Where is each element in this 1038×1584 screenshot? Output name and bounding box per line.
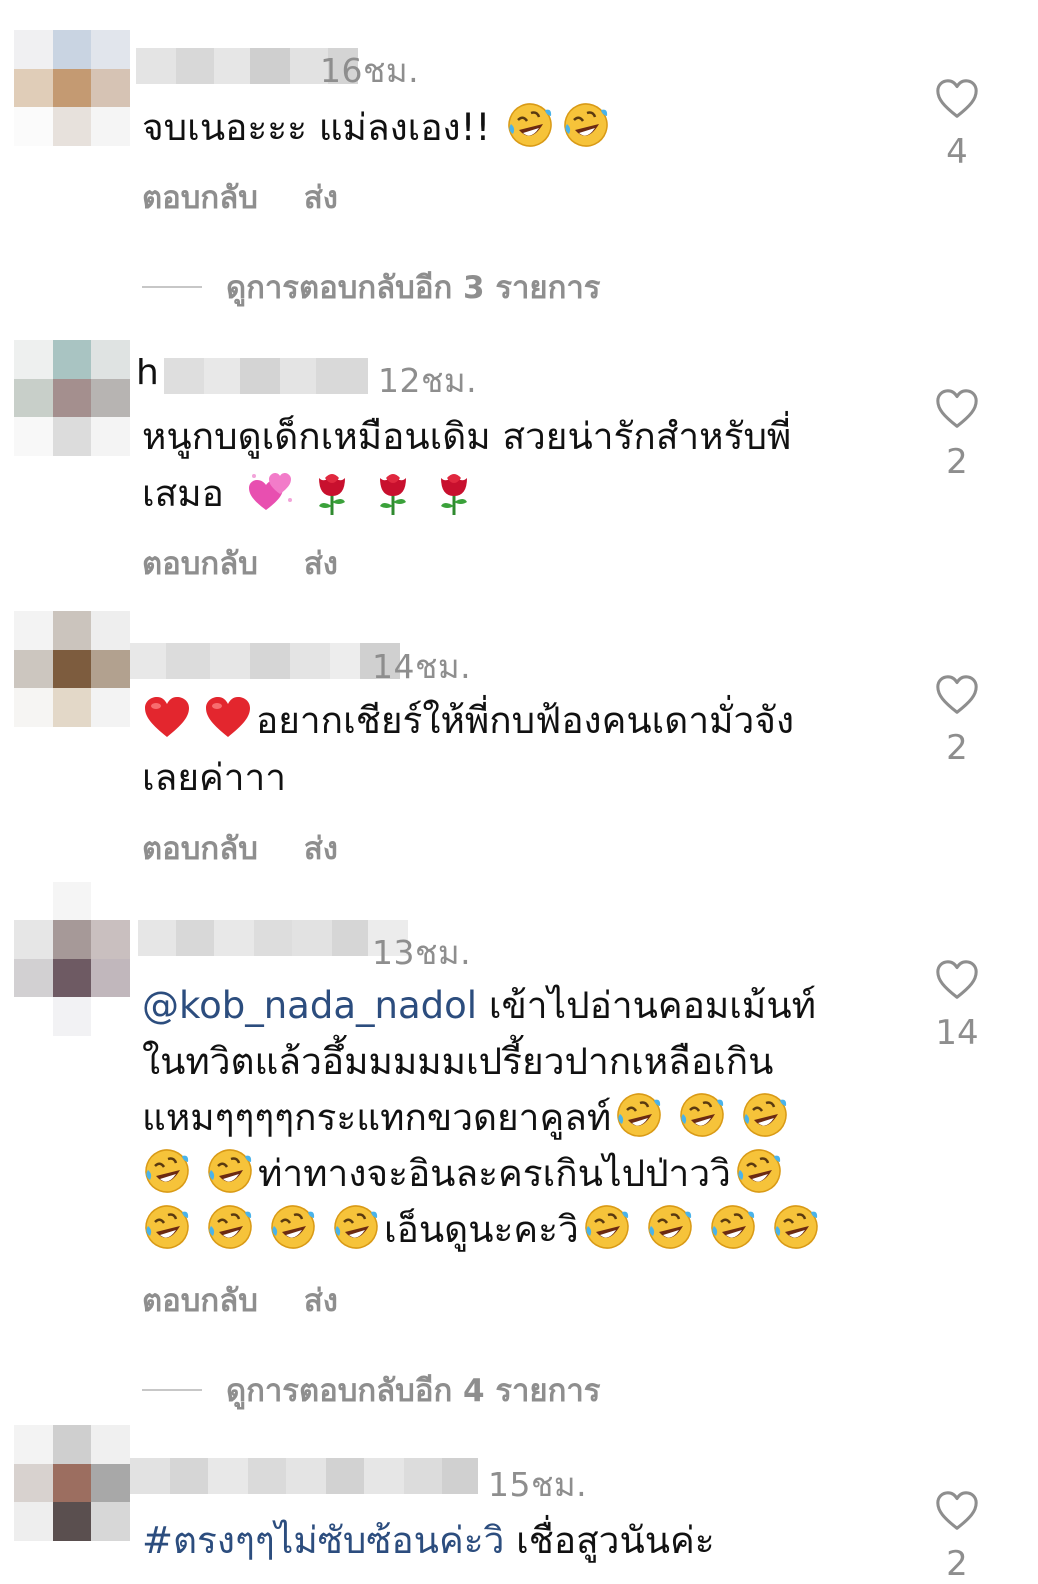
rofl-emoji-icon (771, 1202, 821, 1252)
like-count: 14 (935, 1013, 979, 1053)
two-hearts-emoji-icon (246, 466, 296, 516)
username-pixelated[interactable] (130, 643, 400, 679)
rofl-emoji-icon (740, 1090, 790, 1140)
view-replies-line (142, 286, 202, 288)
red-heart-emoji-icon (142, 693, 192, 743)
reply-button[interactable]: ตอบกลับ (142, 538, 258, 588)
comment-timestamp: 13ชม. (372, 933, 472, 972)
rofl-emoji-icon (645, 1202, 695, 1252)
rofl-emoji-icon (677, 1090, 727, 1140)
view-replies-label: ดูการตอบกลับอีก 4 รายการ (226, 1373, 601, 1409)
comment-text-line-wrap: ท่าทางจะอินละครเกินไปป่าววิ (142, 1146, 882, 1202)
avatar[interactable] (14, 30, 130, 146)
comment-text-line: แหมๆๆๆๆกระแทกขวดยาคูลท์ (142, 1096, 612, 1139)
send-button[interactable]: ส่ง (304, 1275, 338, 1325)
rofl-emoji-icon (205, 1202, 255, 1252)
comment-timestamp: 16ชม. (320, 51, 420, 90)
view-replies-button[interactable]: ดูการตอบกลับอีก 4 รายการ (142, 1365, 600, 1415)
username-pixelated[interactable] (138, 920, 408, 956)
rose-emoji-icon (368, 466, 418, 516)
username-pixelated[interactable] (130, 1458, 478, 1494)
like-control: 2 (930, 386, 984, 482)
comment-text: #ตรงๆๆไม่ซับซ้อนค่ะวิ เชื่อสูวนันค่ะ (142, 1512, 882, 1569)
reply-button[interactable]: ตอบกลับ (142, 1275, 258, 1325)
rose-emoji-icon (307, 466, 357, 516)
red-heart-emoji-icon (203, 693, 253, 743)
rofl-emoji-icon (561, 100, 611, 150)
comment-text: หนูกบดูเด็กเหมือนเดิม สวยน่ารักสำหรับพี่… (142, 408, 882, 522)
hashtag-link[interactable]: #ตรงๆๆไม่ซับซ้อนค่ะวิ (142, 1519, 504, 1562)
comment-text-line: เข้าไปอ่านคอมเม้นท์ (488, 984, 816, 1027)
view-replies-button[interactable]: ดูการตอบกลับอีก 3 รายการ (142, 262, 600, 312)
comment-actions: ตอบกลับ ส่ง (142, 172, 338, 222)
view-replies-label: ดูการตอบกลับอีก 3 รายการ (226, 270, 601, 306)
heart-outline-icon[interactable] (934, 672, 980, 718)
comment-text-line: อยากเชียร์ให้พี่กบฟ้องคนเดามั่วจัง (256, 699, 795, 742)
like-control: 14 (930, 957, 984, 1053)
comment-text-content: จบเนอะะะ แม่ลงเอง!! (142, 106, 491, 149)
comment-text-line-wrap: เสมอ (142, 465, 882, 522)
comment-text-line: หนูกบดูเด็กเหมือนเดิม สวยน่ารักสำหรับพี่ (142, 415, 792, 458)
send-button[interactable]: ส่ง (304, 538, 338, 588)
comment-text: อยากเชียร์ให้พี่กบฟ้องคนเดามั่วจัง เลยค่… (142, 692, 882, 806)
send-button[interactable]: ส่ง (304, 172, 338, 222)
comment-text-line-wrap: เอ็นดูนะคะวิ (142, 1202, 882, 1258)
like-count: 2 (946, 728, 968, 768)
rofl-emoji-icon (268, 1202, 318, 1252)
rofl-emoji-icon (142, 1146, 192, 1196)
rofl-emoji-icon (331, 1202, 381, 1252)
comment-text-line: เอ็นดูนะคะวิ (384, 1208, 579, 1251)
comment-text-line-wrap: @kob_nada_nadol เข้าไปอ่านคอมเม้นท์ (142, 978, 882, 1034)
comment-text: @kob_nada_nadol เข้าไปอ่านคอมเม้นท์ ในทว… (142, 978, 882, 1258)
like-control: 2 (930, 672, 984, 768)
comment-text-line-wrap: แหมๆๆๆๆกระแทกขวดยาคูลท์ (142, 1090, 882, 1146)
heart-outline-icon[interactable] (934, 76, 980, 122)
like-count: 2 (946, 442, 968, 482)
comment-text: จบเนอะะะ แม่ลงเอง!! (142, 99, 882, 156)
comment-actions: ตอบกลับ ส่ง (142, 823, 338, 873)
rofl-emoji-icon (734, 1146, 784, 1196)
rofl-emoji-icon (582, 1202, 632, 1252)
mention-link[interactable]: @kob_nada_nadol (142, 984, 477, 1027)
comment-actions: ตอบกลับ ส่ง (142, 1275, 338, 1325)
avatar[interactable] (14, 611, 130, 727)
username-visible-letter: h (136, 358, 164, 394)
view-replies-line (142, 1389, 202, 1391)
rofl-emoji-icon (505, 100, 555, 150)
avatar[interactable] (14, 1425, 130, 1541)
heart-outline-icon[interactable] (934, 1488, 980, 1534)
comment-text-line: เชื่อสูวนันค่ะ (516, 1519, 715, 1562)
avatar[interactable] (14, 340, 130, 456)
comment-timestamp: 14ชม. (372, 647, 472, 686)
reply-button[interactable]: ตอบกลับ (142, 172, 258, 222)
comment-text-line: เสมอ (142, 472, 224, 515)
comment-timestamp: 12ชม. (378, 361, 478, 400)
comment-text-line: เลยค่าาา (142, 756, 287, 799)
comment-actions: ตอบกลับ ส่ง (142, 538, 338, 588)
rofl-emoji-icon (205, 1146, 255, 1196)
heart-outline-icon[interactable] (934, 957, 980, 1003)
like-count: 4 (946, 132, 968, 172)
rofl-emoji-icon (142, 1202, 192, 1252)
comment-text-line: ท่าทางจะอินละครเกินไปป่าววิ (258, 1152, 731, 1195)
comment-timestamp: 15ชม. (488, 1465, 588, 1504)
like-control: 4 (930, 76, 984, 172)
like-count: 2 (946, 1544, 968, 1584)
rose-emoji-icon (429, 466, 479, 516)
reply-button[interactable]: ตอบกลับ (142, 823, 258, 873)
heart-outline-icon[interactable] (934, 386, 980, 432)
comment-text-line: ในทวิตแล้วอึ้มมมมมเปรี้ยวปากเหลือเกิน (142, 1040, 774, 1083)
like-control: 2 (930, 1488, 984, 1584)
comment-text-line-wrap: อยากเชียร์ให้พี่กบฟ้องคนเดามั่วจัง (142, 692, 882, 749)
rofl-emoji-icon (708, 1202, 758, 1252)
avatar[interactable] (14, 882, 130, 1036)
rofl-emoji-icon (614, 1090, 664, 1140)
send-button[interactable]: ส่ง (304, 823, 338, 873)
username-pixelated[interactable]: h (136, 358, 368, 394)
